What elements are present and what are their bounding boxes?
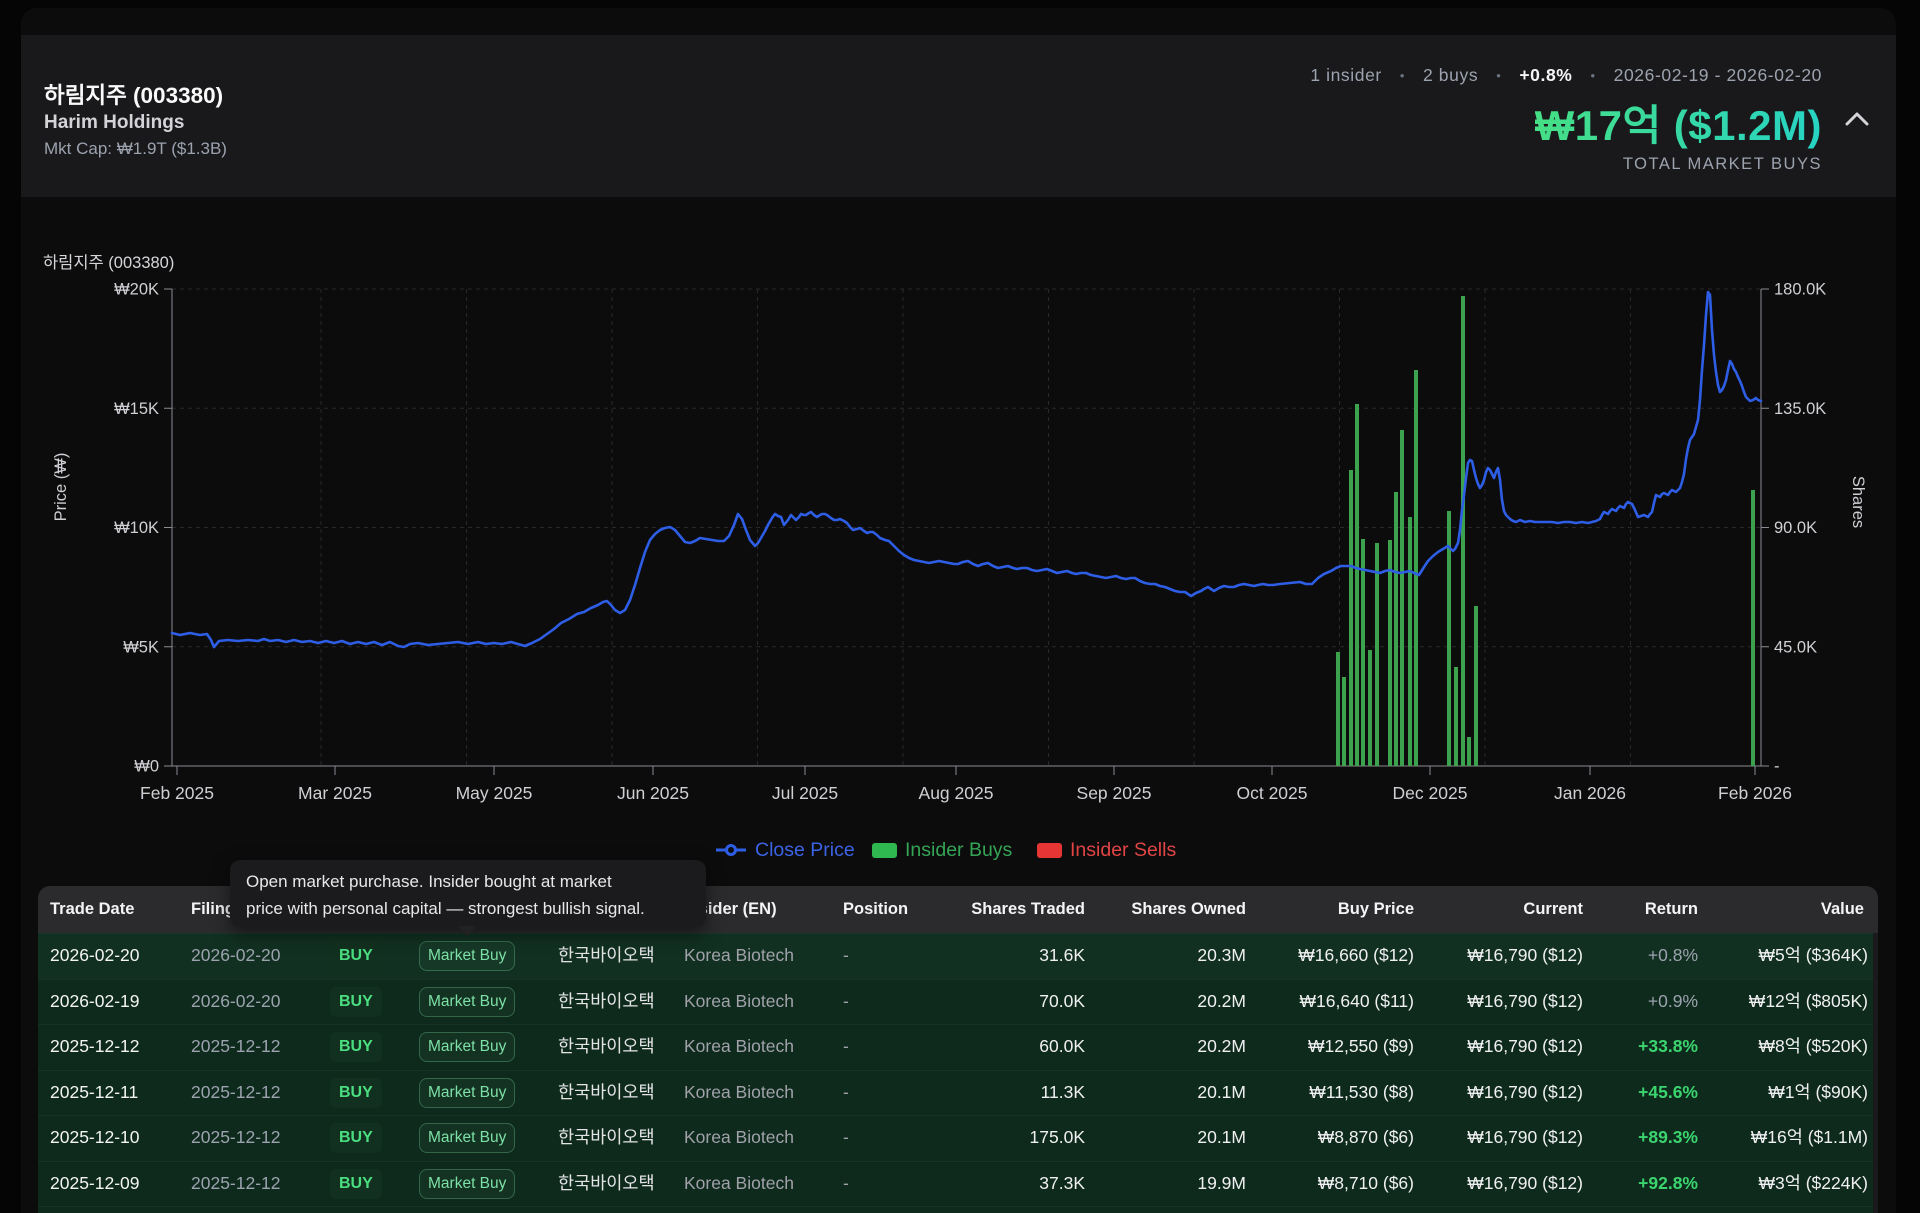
- svg-text:Dec 2025: Dec 2025: [1393, 783, 1468, 803]
- svg-text:₩5K: ₩5K: [123, 638, 159, 656]
- svg-text:Feb 2026: Feb 2026: [1718, 783, 1792, 803]
- svg-text:하림지주 (003380): 하림지주 (003380): [43, 253, 174, 272]
- svg-text:90.0K: 90.0K: [1774, 519, 1817, 537]
- svg-text:-: -: [1774, 758, 1780, 776]
- svg-text:Aug 2025: Aug 2025: [919, 783, 994, 803]
- svg-text:180.0K: 180.0K: [1774, 281, 1826, 299]
- svg-text:Jan 2026: Jan 2026: [1554, 783, 1626, 803]
- svg-text:₩15K: ₩15K: [114, 400, 159, 418]
- svg-text:135.0K: 135.0K: [1774, 400, 1826, 418]
- svg-text:₩20K: ₩20K: [114, 281, 159, 299]
- svg-text:Shares: Shares: [1849, 476, 1867, 528]
- svg-text:May 2025: May 2025: [456, 783, 533, 803]
- svg-text:Jul 2025: Jul 2025: [772, 783, 838, 803]
- svg-text:Sep 2025: Sep 2025: [1077, 783, 1152, 803]
- svg-text:Mar 2025: Mar 2025: [298, 783, 372, 803]
- svg-text:Jun 2025: Jun 2025: [617, 783, 689, 803]
- svg-text:₩10K: ₩10K: [114, 519, 159, 537]
- svg-text:Oct 2025: Oct 2025: [1236, 783, 1307, 803]
- svg-text:Price (₩): Price (₩): [52, 453, 70, 522]
- svg-text:45.0K: 45.0K: [1774, 638, 1817, 656]
- svg-text:₩0: ₩0: [134, 758, 159, 776]
- svg-text:Feb 2025: Feb 2025: [140, 783, 214, 803]
